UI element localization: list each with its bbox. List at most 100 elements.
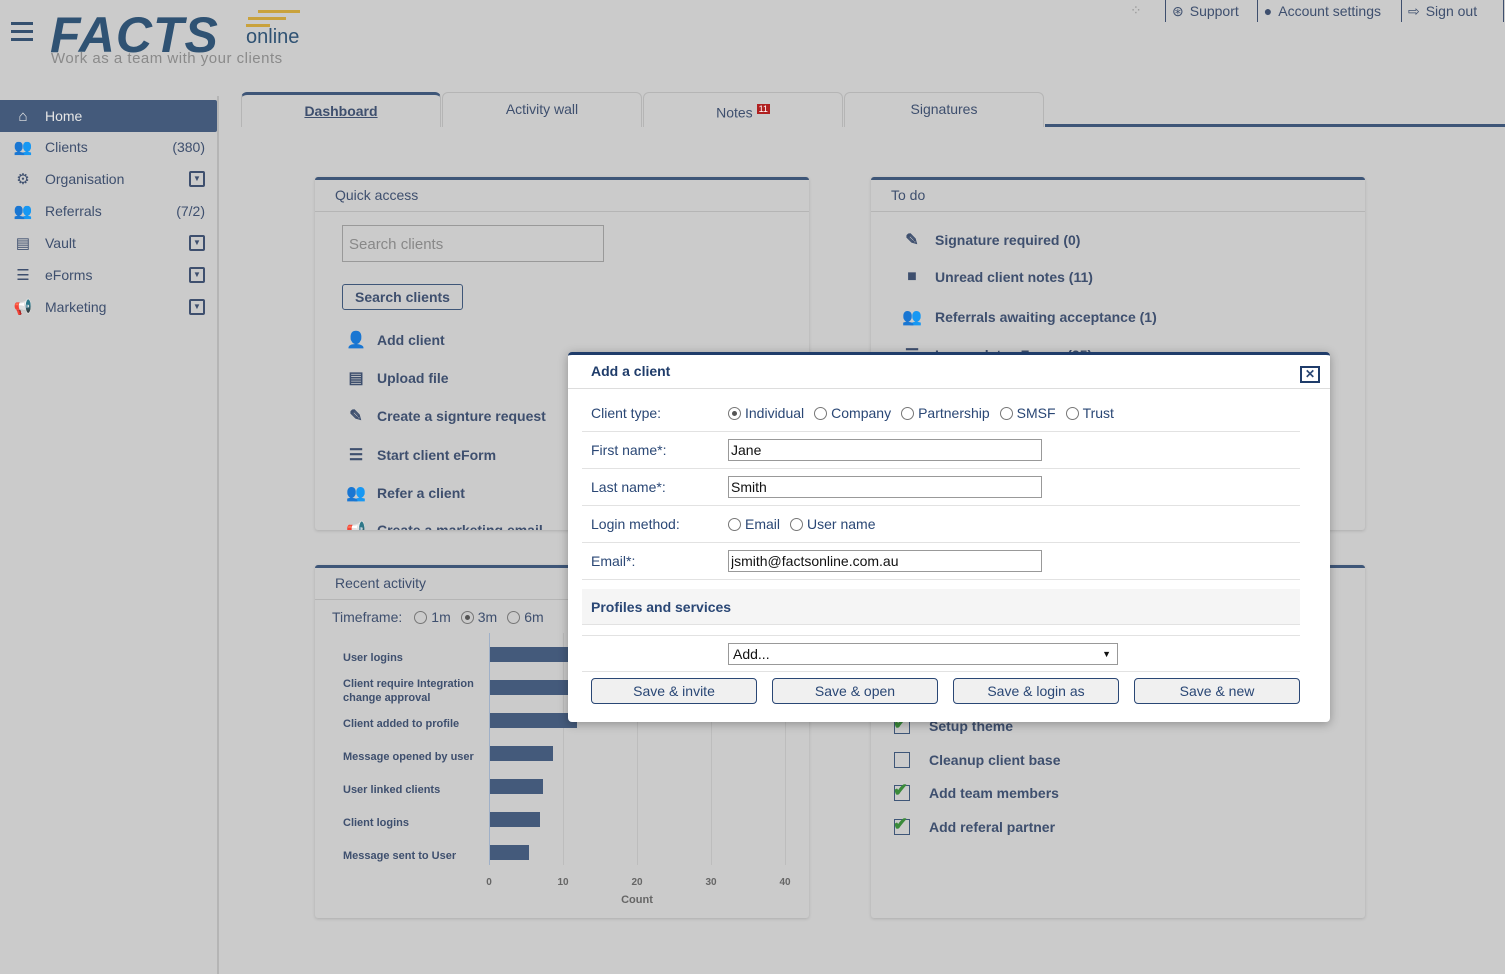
sidebar-item-marketing[interactable]: 📢 Marketing ▼	[0, 291, 217, 323]
bar[interactable]	[490, 845, 530, 860]
y-category-label: User linked clients	[343, 784, 441, 796]
checkbox-icon[interactable]	[893, 814, 910, 835]
first-name-label: First name*:	[591, 442, 667, 458]
user-friends-icon: 👥	[902, 309, 922, 326]
tab-notes[interactable]: Notes 11	[643, 92, 843, 127]
bullhorn-icon: 📢	[345, 520, 367, 530]
sidebar-item-organisation[interactable]: ⚙ Organisation ▼	[0, 163, 217, 195]
account-settings-link[interactable]: Account settings	[1278, 3, 1381, 19]
marketing-email-link[interactable]: 📢Create a marketing email	[345, 520, 543, 530]
setup-item[interactable]: Cleanup client base	[894, 751, 1060, 768]
client-type-row: Client type: Individual Company Partners…	[582, 395, 1300, 432]
email-field[interactable]	[728, 550, 1042, 572]
tab-signatures[interactable]: Signatures	[844, 92, 1044, 127]
chevron-down-icon[interactable]: ▼	[189, 299, 205, 315]
save-invite-button[interactable]: Save & invite	[591, 678, 757, 704]
close-icon[interactable]: ✕	[1300, 366, 1320, 383]
x-tick-label: 10	[557, 877, 569, 888]
sidebar: ⌂ Home 👥 Clients (380) ⚙ Organisation ▼ 👥 Refe…	[0, 96, 219, 974]
edit-icon: ✎	[349, 408, 363, 425]
tab-divider	[1045, 124, 1505, 127]
client-type-individual[interactable]: Individual	[728, 405, 804, 421]
checkbox-icon[interactable]	[893, 780, 910, 801]
bar[interactable]	[490, 812, 541, 827]
x-tick-label: 0	[486, 877, 492, 888]
login-method-username[interactable]: User name	[790, 516, 875, 532]
sidebar-item-eforms[interactable]: ☰ eForms ▼	[0, 259, 217, 291]
signature-request-link[interactable]: ✎ Create a signture request	[345, 406, 546, 426]
timeframe-1m[interactable]: 1m	[414, 609, 451, 625]
profiles-section-title: Profiles and services	[582, 589, 1300, 625]
tab-activity-wall[interactable]: Activity wall	[442, 92, 642, 127]
client-type-trust[interactable]: Trust	[1065, 405, 1114, 421]
timeframe-6m[interactable]: 6m	[507, 609, 544, 625]
chevron-down-icon[interactable]: ▼	[189, 267, 205, 283]
upload-file-link[interactable]: ▤ Upload file	[345, 368, 448, 388]
lifebuoy-icon: ⊛	[1172, 2, 1184, 19]
list-icon: ☰	[348, 447, 364, 464]
todo-item[interactable]: 👥 Referrals awaiting acceptance (1)	[901, 307, 1157, 327]
save-open-button[interactable]: Save & open	[772, 678, 938, 704]
first-name-field[interactable]	[728, 439, 1042, 461]
chevron-down-icon[interactable]: ▼	[189, 235, 205, 251]
menu-toggle-icon[interactable]	[11, 22, 33, 46]
sidebar-item-clients[interactable]: 👥 Clients (380)	[0, 131, 217, 163]
user-friends-icon: 👥	[13, 203, 33, 220]
bar[interactable]	[490, 746, 553, 761]
client-type-company[interactable]: Company	[814, 405, 891, 421]
y-category-label: Message sent to User	[343, 850, 457, 862]
setup-item[interactable]: Add team members	[893, 780, 1059, 801]
archive-icon: ▤	[348, 370, 364, 387]
y-category-label: Client require Integration change approv…	[343, 678, 474, 704]
y-category-label: Client logins	[343, 817, 409, 829]
search-clients-button[interactable]: Search clients	[342, 284, 463, 310]
bar[interactable]	[490, 713, 577, 728]
login-method-email[interactable]: Email	[728, 516, 780, 532]
list-icon: ☰	[16, 267, 30, 284]
search-clients-input[interactable]: Search clients	[342, 225, 604, 262]
tab-dashboard[interactable]: Dashboard	[241, 92, 441, 127]
modal-title: Add a client	[568, 355, 1330, 389]
panel-title: To do	[871, 180, 1365, 212]
sign-out-link[interactable]: Sign out	[1426, 3, 1477, 19]
add-client-link[interactable]: 👤 Add client	[345, 330, 445, 350]
archive-icon: ▤	[15, 235, 31, 252]
logo-sub: online	[246, 26, 300, 48]
x-tick-label: 20	[631, 877, 643, 888]
last-name-label: Last name*:	[591, 479, 666, 495]
y-category-label: Message opened by user	[343, 751, 474, 763]
y-category-label: User logins	[343, 652, 403, 664]
todo-item[interactable]: ✎ Signature required (0)	[901, 230, 1080, 250]
start-eform-link[interactable]: ☰ Start client eForm	[345, 445, 496, 465]
client-type-smsf[interactable]: SMSF	[999, 405, 1056, 421]
save-login-button[interactable]: Save & login as	[953, 678, 1119, 704]
save-new-button[interactable]: Save & new	[1134, 678, 1300, 704]
notes-badge: 11	[756, 104, 770, 114]
support-link[interactable]: Support	[1190, 3, 1239, 19]
tagline: Work as a team with your clients	[51, 50, 283, 67]
timeframe-label: Timeframe:	[332, 609, 403, 625]
sidebar-item-referrals[interactable]: 👥 Referrals (7/2)	[0, 195, 217, 227]
logo-stripe	[248, 17, 286, 20]
profiles-select[interactable]: Add... ▼	[728, 642, 1118, 665]
refer-client-link[interactable]: 👥 Refer a client	[345, 483, 465, 503]
todo-item[interactable]: ■ Unread client notes (11)	[901, 268, 1093, 286]
email-label: Email*:	[591, 553, 636, 569]
sidebar-item-home[interactable]: ⌂ Home	[0, 100, 217, 132]
y-category-label: Client added to profile	[343, 718, 460, 730]
dropdown-arrow-icon: ▼	[1102, 648, 1111, 659]
user-circle-icon: ●	[1263, 3, 1273, 19]
home-icon: ⌂	[18, 107, 28, 125]
last-name-field[interactable]	[728, 476, 1042, 498]
bar[interactable]	[490, 779, 544, 794]
setup-item[interactable]: Add referal partner	[893, 814, 1055, 835]
login-method-label: Login method:	[591, 516, 680, 532]
add-client-modal: Add a client ✕ Client type: Individual C…	[568, 352, 1330, 722]
sidebar-item-vault[interactable]: ▤ Vault ▼	[0, 227, 217, 259]
user-friends-icon: 👥	[346, 485, 366, 502]
x-tick-label: 40	[779, 877, 791, 888]
chevron-down-icon[interactable]: ▼	[189, 171, 205, 187]
client-type-partnership[interactable]: Partnership	[901, 405, 990, 421]
checkbox-icon[interactable]	[894, 751, 910, 768]
timeframe-3m[interactable]: 3m	[460, 609, 497, 625]
